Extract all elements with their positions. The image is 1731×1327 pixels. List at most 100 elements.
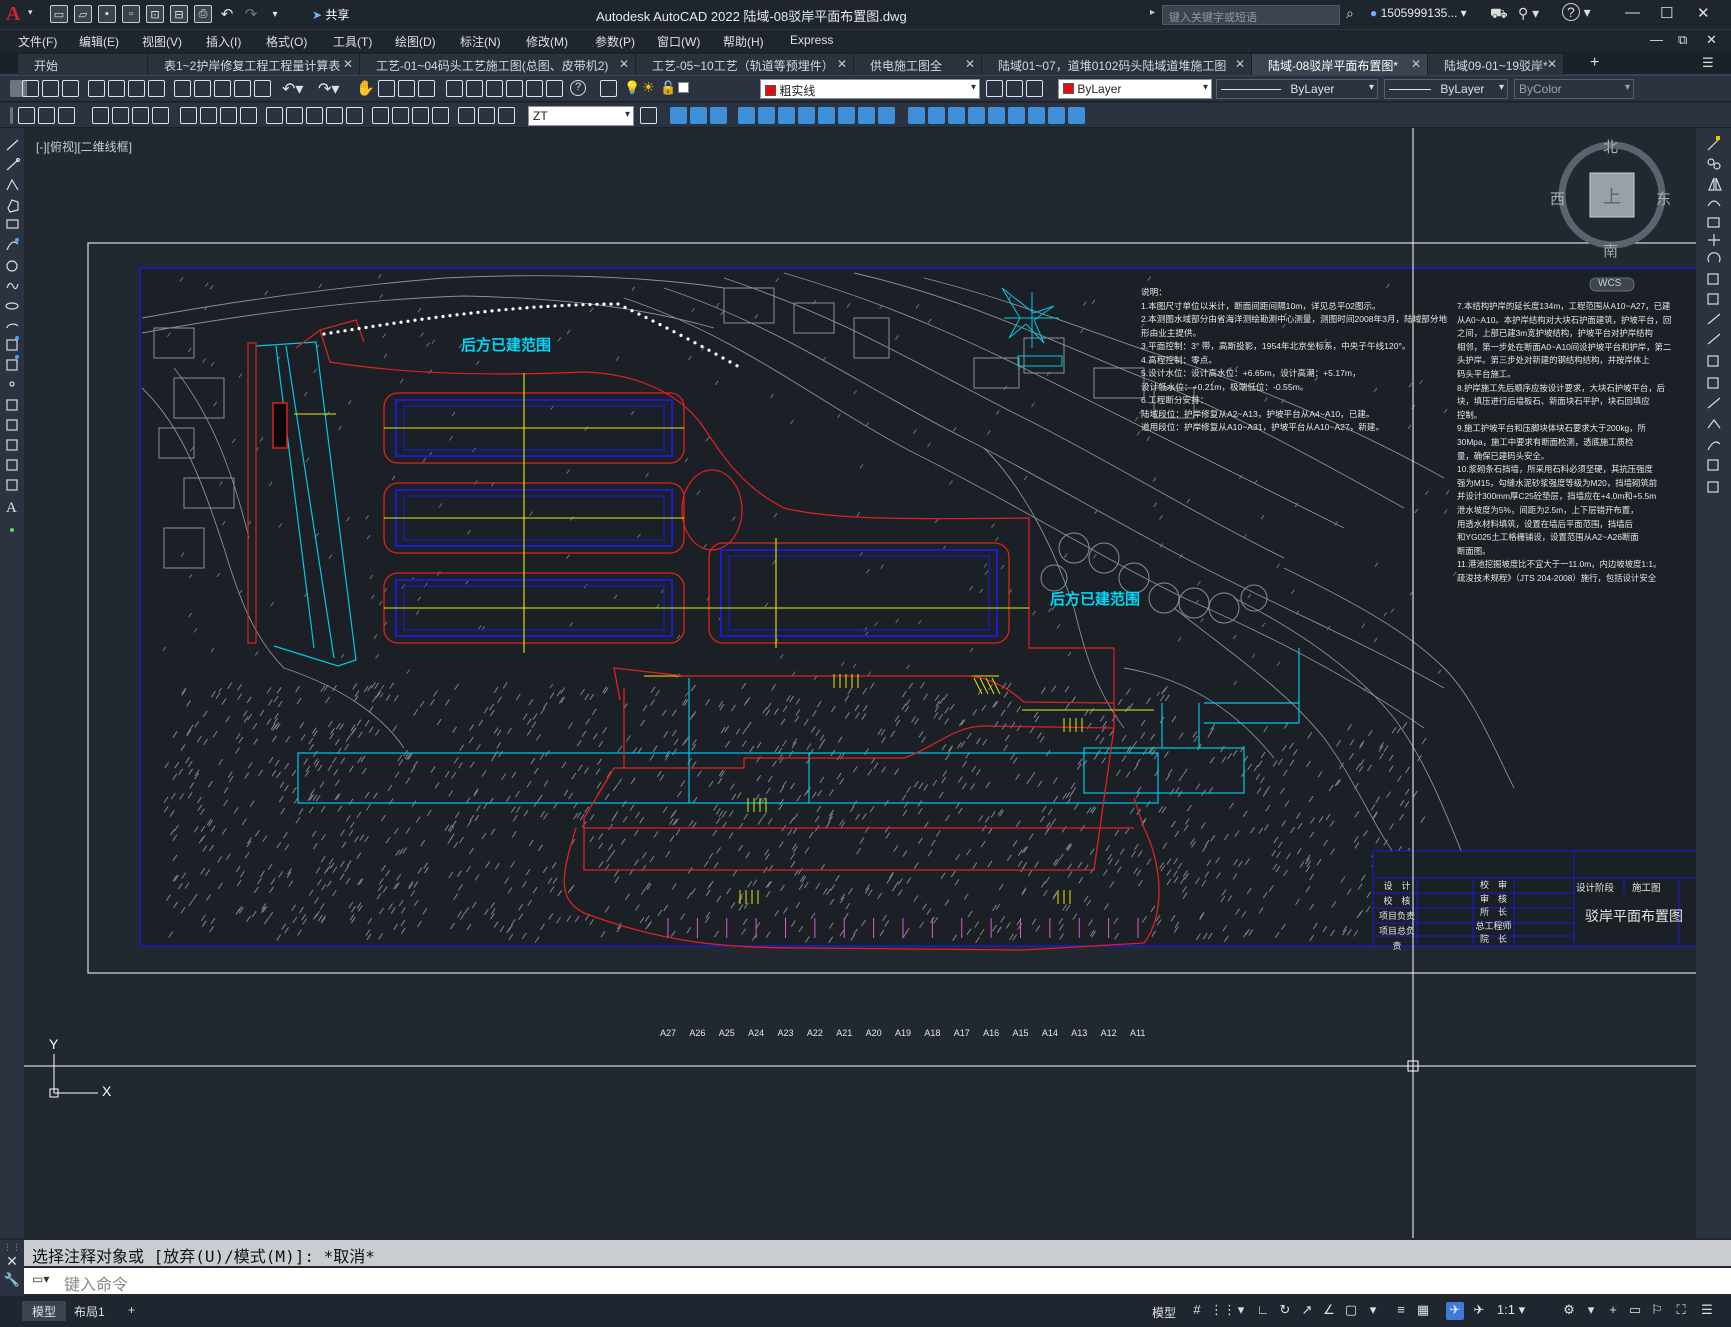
ortho-icon[interactable]: ∟ xyxy=(1254,1302,1272,1320)
modify-scale-icon[interactable] xyxy=(818,107,835,124)
viewcube-south[interactable]: 南 xyxy=(1603,240,1618,261)
linetype-combo[interactable]: ByLayer ▾ xyxy=(1216,79,1378,99)
plot-preview-icon[interactable] xyxy=(108,80,125,97)
close-tab-icon[interactable]: ✕ xyxy=(1547,57,1557,71)
modify-mirror-icon[interactable] xyxy=(710,107,727,124)
model-space-button[interactable]: 模型 xyxy=(1152,1304,1176,1321)
annotation-scale[interactable]: 1:1 ▾ xyxy=(1496,1302,1526,1320)
grid-icon[interactable]: # xyxy=(1188,1302,1206,1320)
redo-icon[interactable]: ↷ xyxy=(242,5,260,23)
layer-properties-icon[interactable] xyxy=(600,80,617,97)
viewcube-east[interactable]: 东 xyxy=(1656,188,1671,209)
menu-express[interactable]: Express xyxy=(790,33,833,47)
search-input[interactable]: 键入关键字或短语 xyxy=(1162,5,1340,25)
quick-properties-icon[interactable]: ⚐ xyxy=(1648,1302,1666,1320)
close-tab-icon[interactable]: ✕ xyxy=(1235,57,1245,71)
autocad-logo-icon[interactable]: A xyxy=(6,3,28,25)
inspection-icon[interactable] xyxy=(412,107,429,124)
zoom-realtime-icon[interactable] xyxy=(378,80,395,97)
doc-restore-icon[interactable]: ⧉ xyxy=(1678,32,1687,48)
tab-file-3[interactable]: 工艺-05~10工艺（轨道等预埋件） ✕ xyxy=(636,54,854,75)
workspace-gear-icon[interactable]: ⚙ xyxy=(1560,1302,1578,1320)
tab-list-icon[interactable]: ☰ xyxy=(1702,55,1714,71)
doc-minimize-icon[interactable]: — xyxy=(1650,32,1663,47)
viewcube-north[interactable]: 北 xyxy=(1603,136,1618,157)
command-input[interactable]: ▭▾ 键入命令 xyxy=(24,1268,1731,1294)
ordinate-dimension-icon[interactable] xyxy=(152,107,169,124)
plotstyle-combo[interactable]: ByColor ▾ xyxy=(1514,79,1634,99)
new-file-icon[interactable]: ▭ xyxy=(50,5,68,23)
tab-file-active[interactable]: 陆域-08驳岸平面布置图* ✕ xyxy=(1252,54,1428,75)
new-tab-button[interactable]: + xyxy=(1590,54,1599,72)
modify-trim-icon[interactable] xyxy=(858,107,875,124)
isometric-icon[interactable]: ↗ xyxy=(1298,1302,1316,1320)
units-icon[interactable]: ▭ xyxy=(1626,1302,1644,1320)
sheet-set-icon[interactable] xyxy=(506,80,523,97)
tolerance-icon[interactable] xyxy=(372,107,389,124)
tab-file-5[interactable]: 陆域01~07，道堆0102码头陆域道堆施工图 ✕ xyxy=(982,54,1252,75)
close-tab-icon[interactable]: ✕ xyxy=(965,57,975,71)
baseline-dimension-icon[interactable] xyxy=(286,107,303,124)
lineweight-combo[interactable]: ByLayer ▾ xyxy=(1384,79,1508,99)
linear-dimension-icon[interactable] xyxy=(92,107,109,124)
close-tab-icon[interactable]: ✕ xyxy=(1411,57,1421,71)
open-icon[interactable] xyxy=(42,80,59,97)
add-layout-button[interactable]: + xyxy=(118,1301,145,1321)
close-command-icon[interactable]: ✕ xyxy=(0,1253,24,1270)
autodesk-app-icon[interactable]: ⚲ ▾ xyxy=(1518,5,1539,22)
app-menu-chevron-icon[interactable]: ▾ xyxy=(28,7,33,18)
text-front-icon[interactable] xyxy=(1048,107,1065,124)
make-current-layer-icon[interactable] xyxy=(986,80,1003,97)
cart-icon[interactable]: ⛟ xyxy=(1490,5,1508,24)
insert-icon[interactable] xyxy=(58,107,75,124)
tab-layout1[interactable]: 布局1 xyxy=(64,1301,115,1321)
fullscreen-icon[interactable]: ⛶ xyxy=(1672,1302,1690,1320)
tab-file-1[interactable]: 表1~2护岸修复工程工程量计算表 ✕ xyxy=(148,54,360,75)
3d-print-icon[interactable] xyxy=(148,80,165,97)
user-account-button[interactable]: ● 1505999135... ▾ xyxy=(1370,6,1467,20)
hatch-back-icon[interactable] xyxy=(1068,107,1085,124)
tab-file-2[interactable]: 工艺-01~04码头工艺施工图(总图、皮带机2) ✕ xyxy=(360,54,636,75)
save-icon[interactable] xyxy=(62,80,79,97)
close-tab-icon[interactable]: ✕ xyxy=(619,57,629,71)
doc-close-icon[interactable]: ✕ xyxy=(1706,32,1717,48)
auto-scale-icon[interactable]: ✈ xyxy=(1470,1302,1488,1320)
dimension-text-edit-icon[interactable] xyxy=(478,107,495,124)
transparency-icon[interactable]: ▦ xyxy=(1414,1302,1432,1320)
draw-order-icon[interactable] xyxy=(1028,107,1045,124)
help-button[interactable]: ? ▾ xyxy=(1562,3,1591,21)
block-icon[interactable] xyxy=(38,107,55,124)
text-style-combo[interactable]: ZT ▾ xyxy=(528,106,634,126)
paste-icon[interactable] xyxy=(214,80,231,97)
save-as-icon[interactable]: ▫ xyxy=(122,5,140,23)
diameter-dimension-icon[interactable] xyxy=(220,107,237,124)
dimension-style-icon[interactable] xyxy=(640,107,657,124)
menu-parameters[interactable]: 参数(P) xyxy=(595,33,635,50)
annotation-monitor-icon[interactable]: + xyxy=(1604,1302,1622,1320)
modify-stretch-icon[interactable] xyxy=(838,107,855,124)
menu-edit[interactable]: 编辑(E) xyxy=(79,33,119,50)
modify-rotate-icon[interactable] xyxy=(798,107,815,124)
menu-insert[interactable]: 插入(I) xyxy=(206,33,241,50)
modify-offset-icon[interactable] xyxy=(738,107,755,124)
share-button[interactable]: ➤ 共享 xyxy=(312,6,349,23)
wcs-label[interactable]: WCS xyxy=(1598,278,1621,289)
paste-block-icon[interactable] xyxy=(234,80,251,97)
radius-dimension-icon[interactable] xyxy=(180,107,197,124)
modify-explode-icon[interactable] xyxy=(1008,107,1025,124)
tab-model[interactable]: 模型 xyxy=(22,1301,67,1321)
qat-customize-icon[interactable]: ▾ xyxy=(266,5,284,23)
menu-modify[interactable]: 修改(M) xyxy=(526,33,568,50)
center-mark-icon[interactable] xyxy=(392,107,409,124)
new-icon[interactable] xyxy=(22,80,39,97)
maximize-window-icon[interactable]: ☐ xyxy=(1660,4,1673,22)
close-window-icon[interactable]: ✕ xyxy=(1697,4,1710,22)
open-web-icon[interactable]: ⊡ xyxy=(146,5,164,23)
help-icon[interactable]: ? xyxy=(570,80,586,96)
minimize-window-icon[interactable]: — xyxy=(1625,4,1640,21)
layer-lock-icon[interactable]: 🔓 xyxy=(660,80,676,96)
snap-dropdown-icon[interactable]: ▾ xyxy=(1232,1302,1250,1320)
continue-dimension-icon[interactable] xyxy=(306,107,323,124)
plot-icon[interactable] xyxy=(88,80,105,97)
polar-icon[interactable]: ↻ xyxy=(1276,1302,1294,1320)
